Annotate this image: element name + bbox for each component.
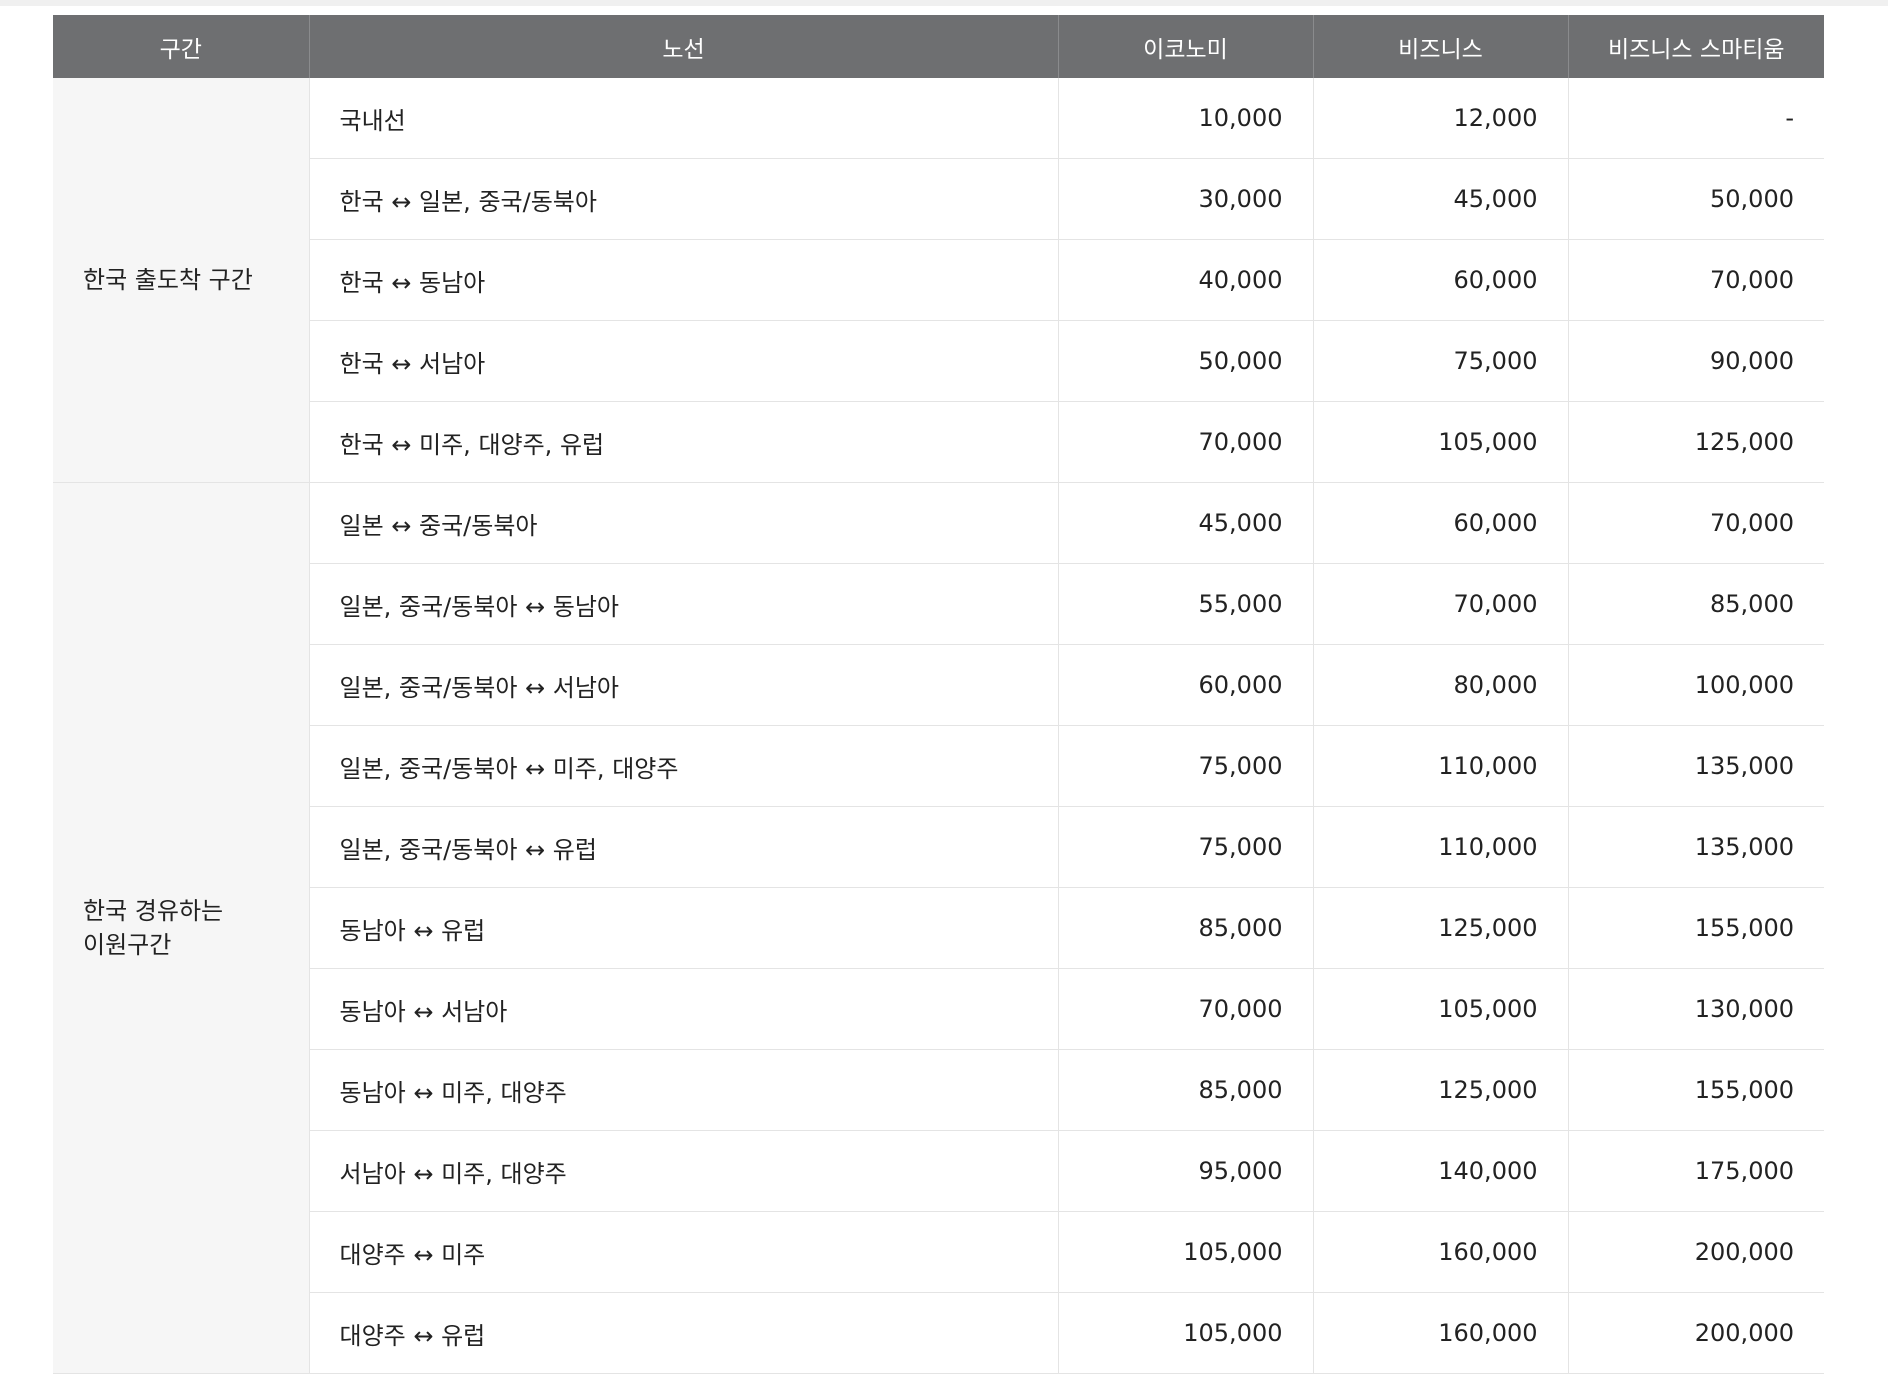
route-cell: 일본 ↔ 중국/동북아 [308,482,1058,564]
smartium-cell: 175,000 [1567,1130,1824,1212]
table-row: 일본, 중국/동북아 ↔ 동남아 55,000 70,000 85,000 [53,563,1824,645]
table-row: 일본, 중국/동북아 ↔ 유럽 75,000 110,000 135,000 [53,806,1824,888]
economy-cell: 10,000 [1057,78,1313,159]
zone-label-line1: 한국 경유하는 [83,897,224,925]
economy-cell: 40,000 [1057,239,1313,321]
business-cell: 45,000 [1312,158,1568,240]
economy-cell: 60,000 [1057,644,1313,726]
economy-cell: 95,000 [1057,1130,1313,1212]
table-row: 한국 ↔ 동남아 40,000 60,000 70,000 [53,239,1824,321]
smartium-cell: 100,000 [1567,644,1824,726]
table-row: 동남아 ↔ 유럽 85,000 125,000 155,000 [53,887,1824,969]
smartium-cell: 200,000 [1567,1211,1824,1293]
table-row: 동남아 ↔ 미주, 대양주 85,000 125,000 155,000 [53,1049,1824,1131]
smartium-cell: 85,000 [1567,563,1824,645]
business-cell: 80,000 [1312,644,1568,726]
business-cell: 125,000 [1312,887,1568,969]
business-cell: 70,000 [1312,563,1568,645]
economy-cell: 55,000 [1057,563,1313,645]
business-cell: 160,000 [1312,1211,1568,1293]
header-business-smartium: 비즈니스 스마티움 [1567,15,1824,78]
route-cell: 대양주 ↔ 미주 [308,1211,1058,1293]
economy-cell: 30,000 [1057,158,1313,240]
economy-cell: 45,000 [1057,482,1313,564]
header-zone: 구간 [53,15,309,78]
business-cell: 125,000 [1312,1049,1568,1131]
smartium-cell: 155,000 [1567,887,1824,969]
table-row: 한국 경유하는 이원구간 일본 ↔ 중국/동북아 45,000 60,000 7… [53,482,1824,1374]
smartium-cell: 135,000 [1567,725,1824,807]
smartium-cell: 135,000 [1567,806,1824,888]
economy-cell: 85,000 [1057,887,1313,969]
business-cell: 60,000 [1312,239,1568,321]
route-cell: 대양주 ↔ 유럽 [308,1292,1058,1374]
economy-cell: 75,000 [1057,806,1313,888]
table-row: 일본, 중국/동북아 ↔ 미주, 대양주 75,000 110,000 135,… [53,725,1824,807]
business-cell: 60,000 [1312,482,1568,564]
business-cell: 105,000 [1312,401,1568,483]
business-cell: 12,000 [1312,78,1568,159]
table-row: 한국 ↔ 미주, 대양주, 유럽 70,000 105,000 125,000 [53,401,1824,483]
table-row: 일본, 중국/동북아 ↔ 서남아 60,000 80,000 100,000 [53,644,1824,726]
route-cell: 한국 ↔ 미주, 대양주, 유럽 [308,401,1058,483]
table-row: 한국 출도착 구간 국내선 10,000 12,000 - [53,78,1824,483]
smartium-cell: 70,000 [1567,482,1824,564]
economy-cell: 75,000 [1057,725,1313,807]
smartium-cell: 125,000 [1567,401,1824,483]
zone-label-line2: 이원구간 [83,931,172,959]
table-row: 대양주 ↔ 유럽 105,000 160,000 200,000 [53,1292,1824,1374]
table-header: 구간 노선 이코노미 비즈니스 비즈니스 스마티움 [53,15,1824,78]
business-cell: 105,000 [1312,968,1568,1050]
zone-cell: 한국 경유하는 이원구간 [53,482,309,1374]
route-cell: 일본, 중국/동북아 ↔ 서남아 [308,644,1058,726]
business-cell: 110,000 [1312,725,1568,807]
smartium-cell: 155,000 [1567,1049,1824,1131]
smartium-cell: 70,000 [1567,239,1824,321]
smartium-cell: 50,000 [1567,158,1824,240]
business-cell: 110,000 [1312,806,1568,888]
economy-cell: 70,000 [1057,401,1313,483]
route-cell: 동남아 ↔ 서남아 [308,968,1058,1050]
zone-cell: 한국 출도착 구간 [53,78,309,483]
route-cell: 동남아 ↔ 유럽 [308,887,1058,969]
route-cell: 일본, 중국/동북아 ↔ 유럽 [308,806,1058,888]
economy-cell: 70,000 [1057,968,1313,1050]
route-cell: 한국 ↔ 서남아 [308,320,1058,402]
smartium-cell: 90,000 [1567,320,1824,402]
header-row: 구간 노선 이코노미 비즈니스 비즈니스 스마티움 [53,15,1824,78]
business-cell: 160,000 [1312,1292,1568,1374]
table-body: 한국 출도착 구간 국내선 10,000 12,000 - 한국 ↔ 일본, 중… [53,78,1824,1374]
economy-cell: 85,000 [1057,1049,1313,1131]
header-business: 비즈니스 [1312,15,1568,78]
business-cell: 75,000 [1312,320,1568,402]
route-cell: 국내선 [308,78,1058,159]
table-row: 한국 ↔ 일본, 중국/동북아 30,000 45,000 50,000 [53,158,1824,240]
header-route: 노선 [308,15,1058,78]
smartium-cell: - [1567,78,1824,159]
mileage-table-container: 구간 노선 이코노미 비즈니스 비즈니스 스마티움 한국 출도착 구간 국내선 … [53,15,1824,1374]
route-cell: 일본, 중국/동북아 ↔ 동남아 [308,563,1058,645]
top-divider [0,0,1888,6]
table-row: 한국 ↔ 서남아 50,000 75,000 90,000 [53,320,1824,402]
zone-label: 한국 출도착 구간 [83,266,253,294]
route-cell: 한국 ↔ 일본, 중국/동북아 [308,158,1058,240]
economy-cell: 105,000 [1057,1211,1313,1293]
header-economy: 이코노미 [1057,15,1313,78]
economy-cell: 105,000 [1057,1292,1313,1374]
route-cell: 한국 ↔ 동남아 [308,239,1058,321]
table-row: 대양주 ↔ 미주 105,000 160,000 200,000 [53,1211,1824,1293]
table-row: 서남아 ↔ 미주, 대양주 95,000 140,000 175,000 [53,1130,1824,1212]
route-cell: 일본, 중국/동북아 ↔ 미주, 대양주 [308,725,1058,807]
economy-cell: 50,000 [1057,320,1313,402]
smartium-cell: 200,000 [1567,1292,1824,1374]
route-cell: 동남아 ↔ 미주, 대양주 [308,1049,1058,1131]
route-cell: 서남아 ↔ 미주, 대양주 [308,1130,1058,1212]
mileage-table: 구간 노선 이코노미 비즈니스 비즈니스 스마티움 한국 출도착 구간 국내선 … [53,15,1824,1374]
business-cell: 140,000 [1312,1130,1568,1212]
smartium-cell: 130,000 [1567,968,1824,1050]
table-row: 동남아 ↔ 서남아 70,000 105,000 130,000 [53,968,1824,1050]
